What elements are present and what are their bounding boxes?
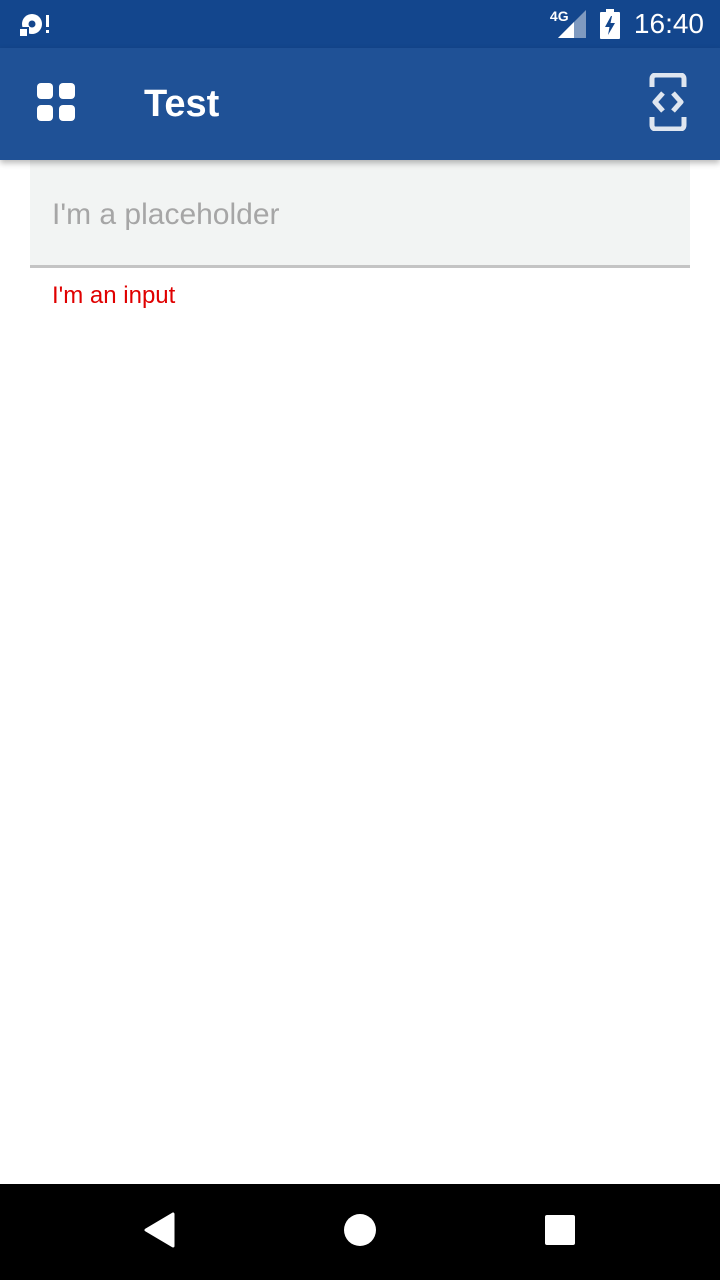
home-circle-icon <box>343 1213 377 1252</box>
text-field[interactable] <box>30 160 690 268</box>
back-triangle-icon <box>143 1212 177 1253</box>
code-brackets-icon <box>648 72 688 136</box>
screen: 4G 16:40 Test I'm a placeholder I'm an i… <box>0 0 720 1280</box>
clock: 16:40 <box>633 8 704 39</box>
back-button[interactable] <box>128 1200 192 1264</box>
navigation-bar <box>0 1184 720 1280</box>
menu-button[interactable] <box>24 72 88 136</box>
signal-icon: 4G <box>550 8 586 40</box>
grid-icon <box>37 82 75 126</box>
text-input[interactable] <box>30 160 690 265</box>
page-title: Test <box>144 83 220 125</box>
sync-alert-icon <box>20 11 52 37</box>
status-right: 4G 16:40 <box>550 0 704 48</box>
content: I'm an input <box>0 160 720 1184</box>
recents-square-icon <box>544 1214 576 1251</box>
app-bar: Test <box>0 48 720 160</box>
status-bar: 4G 16:40 <box>0 0 720 48</box>
code-view-button[interactable] <box>632 68 704 140</box>
battery-charging-icon <box>599 9 620 39</box>
recents-button[interactable] <box>528 1200 592 1264</box>
helper-text: I'm an input <box>52 282 176 309</box>
home-button[interactable] <box>328 1200 392 1264</box>
